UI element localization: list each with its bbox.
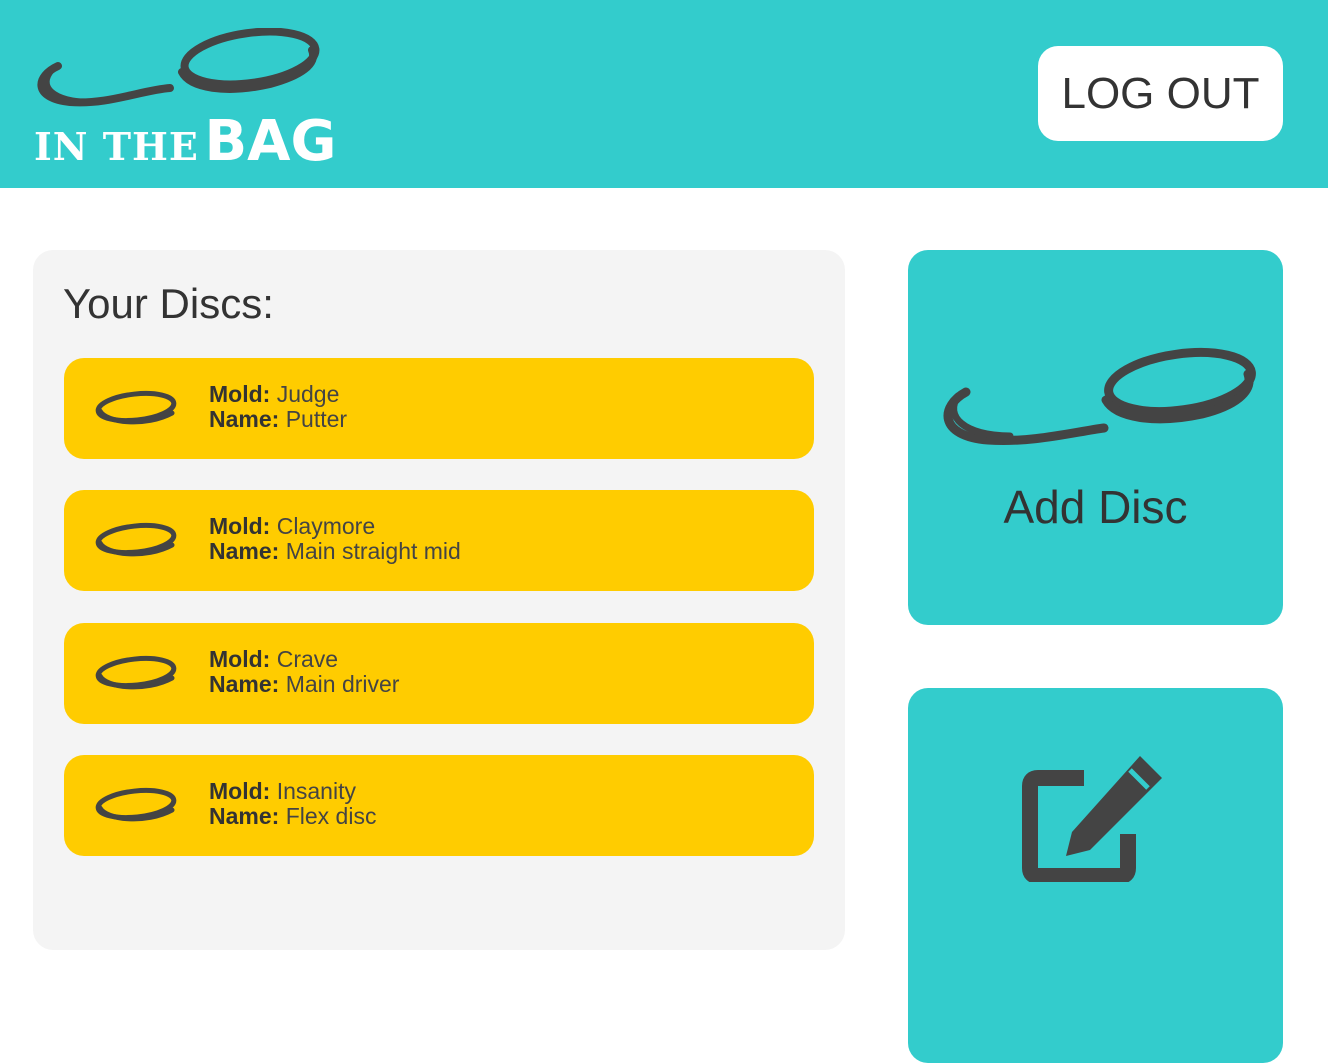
name-label: Name: bbox=[209, 803, 280, 829]
disc-mold: Crave bbox=[276, 646, 339, 672]
mold-label: Mold: bbox=[209, 513, 271, 539]
name-label: Name: bbox=[209, 671, 280, 697]
disc-list-item[interactable]: Mold: Crave Name: Main driver bbox=[64, 623, 814, 724]
disc-name: Putter bbox=[285, 406, 348, 432]
disc-list-item[interactable]: Mold: Judge Name: Putter bbox=[64, 358, 814, 459]
name-label: Name: bbox=[209, 538, 280, 564]
disc-details: Mold: Claymore Name: Main straight mid bbox=[209, 514, 461, 564]
disc-mold: Claymore bbox=[276, 513, 376, 539]
logo-wordmark: IN THE BAG bbox=[34, 114, 336, 170]
disc-details: Mold: Insanity Name: Flex disc bbox=[209, 779, 376, 829]
flying-disc-icon bbox=[943, 348, 1256, 445]
disc-mold: Judge bbox=[276, 381, 340, 407]
add-disc-label: Add Disc bbox=[1003, 481, 1188, 533]
logo-small-text: IN THE bbox=[34, 124, 199, 169]
disc-icon bbox=[95, 655, 177, 690]
disc-details: Mold: Crave Name: Main driver bbox=[209, 647, 399, 697]
add-disc-button[interactable]: Add Disc bbox=[908, 250, 1283, 625]
mold-label: Mold: bbox=[209, 778, 271, 804]
logo-big-text: BAG bbox=[204, 109, 337, 174]
disc-name: Main straight mid bbox=[285, 538, 461, 564]
disc-icon bbox=[95, 787, 177, 822]
disc-icon bbox=[95, 390, 177, 425]
header-bar: IN THE BAG LOG OUT bbox=[0, 0, 1328, 188]
disc-mold: Insanity bbox=[276, 778, 356, 804]
edit-bag-button[interactable] bbox=[908, 688, 1283, 1063]
disc-icon bbox=[95, 522, 177, 557]
your-discs-panel: Your Discs: Mold: Judge Name: Putter Mol… bbox=[33, 250, 845, 950]
disc-name: Main driver bbox=[285, 671, 400, 697]
logout-button[interactable]: LOG OUT bbox=[1038, 46, 1283, 141]
name-label: Name: bbox=[209, 406, 280, 432]
disc-list-item[interactable]: Mold: Claymore Name: Main straight mid bbox=[64, 490, 814, 591]
panel-title: Your Discs: bbox=[63, 280, 274, 327]
in-the-bag-logo[interactable]: IN THE BAG bbox=[30, 28, 336, 170]
mold-label: Mold: bbox=[209, 381, 271, 407]
disc-details: Mold: Judge Name: Putter bbox=[209, 382, 347, 432]
disc-name: Flex disc bbox=[285, 803, 377, 829]
disc-list-item[interactable]: Mold: Insanity Name: Flex disc bbox=[64, 755, 814, 856]
edit-icon bbox=[1022, 756, 1162, 882]
mold-label: Mold: bbox=[209, 646, 271, 672]
flying-disc-logo-icon bbox=[37, 28, 320, 107]
